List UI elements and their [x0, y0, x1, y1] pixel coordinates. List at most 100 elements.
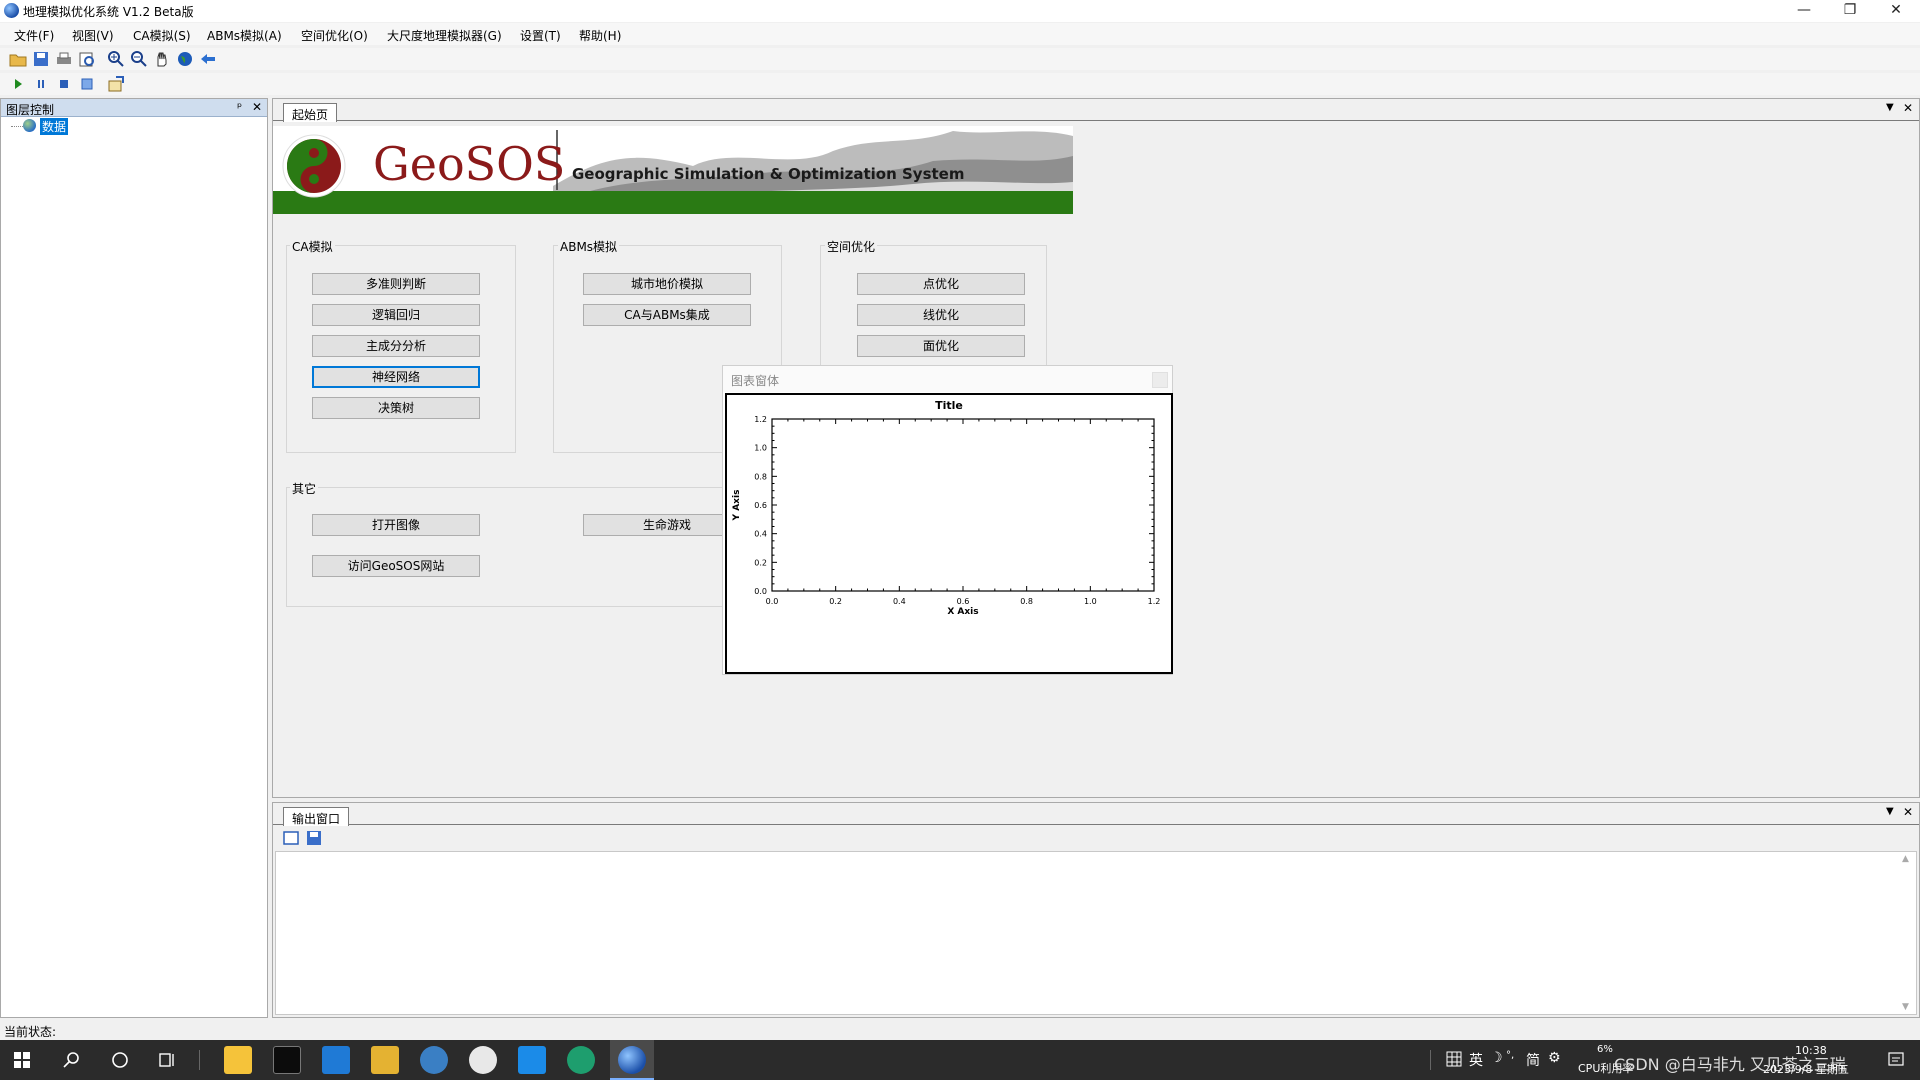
print-preview-icon[interactable]: [78, 50, 96, 68]
chart-window-title: 图表窗体: [731, 374, 780, 388]
y-axis-label: Y Axis: [732, 490, 742, 522]
task-view-icon[interactable]: [158, 1051, 176, 1069]
y-tick-label: 1.0: [754, 444, 767, 453]
banner-subtitle: Geographic Simulation & Optimization Sys…: [572, 165, 965, 183]
document-tab-strip: 起始页 ▼ ✕: [273, 99, 1919, 122]
main-toolbar: [0, 48, 1920, 70]
open-folder-icon[interactable]: [9, 50, 27, 68]
output-close-icon[interactable]: ✕: [1903, 805, 1913, 819]
visit-geosos-website-button[interactable]: 访问GeoSOS网站: [312, 555, 480, 577]
pause-icon[interactable]: [32, 75, 50, 93]
neural-network-button[interactable]: 神经网络: [312, 366, 480, 388]
ca-group-label: CA模拟: [290, 238, 335, 255]
vscode-icon[interactable]: [322, 1046, 350, 1074]
decision-tree-button[interactable]: 决策树: [312, 397, 480, 419]
save-output-icon[interactable]: [306, 830, 322, 846]
output-scrollbar[interactable]: ▲ ▼: [1900, 854, 1914, 1012]
open-image-button[interactable]: 打开图像: [312, 514, 480, 536]
terminal-icon[interactable]: [273, 1046, 301, 1074]
save-icon[interactable]: [32, 50, 50, 68]
file-explorer-icon[interactable]: [224, 1046, 252, 1074]
menu-ca[interactable]: CA模拟(S): [133, 27, 191, 44]
close-button[interactable]: ✕: [1873, 0, 1919, 22]
chart-window-close-button[interactable]: [1152, 372, 1168, 388]
app-globe-icon: [4, 3, 19, 18]
tab-start-page[interactable]: 起始页: [283, 103, 338, 122]
print-icon[interactable]: [55, 50, 73, 68]
other-group-label: 其它: [290, 480, 319, 497]
y-tick-label: 0.8: [754, 472, 767, 481]
windows-start-icon[interactable]: [14, 1052, 30, 1068]
cortana-icon[interactable]: [111, 1051, 129, 1069]
urban-land-price-button[interactable]: 城市地价模拟: [583, 273, 751, 295]
tab-dropdown-icon[interactable]: ▼: [1886, 102, 1894, 113]
minimize-button[interactable]: —: [1781, 0, 1827, 22]
search-tool-icon[interactable]: [420, 1046, 448, 1074]
x-tick-label: 0.4: [893, 597, 906, 606]
stop-icon[interactable]: [55, 75, 73, 93]
scroll-down-icon[interactable]: ▼: [1902, 1002, 1909, 1012]
clock-time[interactable]: 10:38: [1795, 1044, 1827, 1057]
taskbar-divider: [199, 1050, 200, 1070]
edge-icon[interactable]: [567, 1046, 595, 1074]
line-optimization-button[interactable]: 线优化: [857, 304, 1025, 326]
multi-criteria-button[interactable]: 多准则判断: [312, 273, 480, 295]
todo-app-icon[interactable]: [518, 1046, 546, 1074]
clear-output-icon[interactable]: [283, 830, 299, 846]
ca-abm-integration-button[interactable]: CA与ABMs集成: [583, 304, 751, 326]
geosos-taskbar-icon: [618, 1046, 646, 1074]
clock-date[interactable]: 2023/9/8 星期五: [1763, 1061, 1849, 1077]
globe-icon[interactable]: [176, 50, 194, 68]
export-icon[interactable]: [107, 75, 125, 93]
menu-settings[interactable]: 设置(T): [520, 27, 561, 44]
chart-window[interactable]: 图表窗体 Title 0.0 0.2 0.4 0.6 0.8 1.0 1.2 0.0 0.2 0.…: [722, 365, 1173, 675]
x-tick-label: 0.8: [1020, 597, 1033, 606]
zoom-out-icon[interactable]: [130, 50, 148, 68]
pin-icon[interactable]: ᵖ: [237, 100, 242, 114]
play-icon[interactable]: [9, 75, 27, 93]
ime-settings-icon[interactable]: ⚙: [1548, 1050, 1561, 1066]
menu-file[interactable]: 文件(F): [14, 27, 54, 44]
menu-spatial-optimization[interactable]: 空间优化(O): [301, 27, 368, 44]
menu-help[interactable]: 帮助(H): [579, 27, 621, 44]
restore-button[interactable]: ❐: [1827, 0, 1873, 22]
pca-button[interactable]: 主成分分析: [312, 335, 480, 357]
cpu-percent: 6%: [1597, 1044, 1613, 1055]
menu-view[interactable]: 视图(V): [72, 27, 114, 44]
point-optimization-button[interactable]: 点优化: [857, 273, 1025, 295]
spatial-group-label: 空间优化: [825, 238, 878, 255]
browser-app-icon[interactable]: [469, 1046, 497, 1074]
ime-language[interactable]: 英: [1469, 1050, 1483, 1070]
y-tick-label: 0.0: [754, 587, 767, 596]
notification-icon[interactable]: [1887, 1051, 1905, 1069]
tab-close-icon[interactable]: ✕: [1903, 101, 1913, 115]
taskbar: 英 ☽ °, 简 ⚙ 6% CPU利用率 CSDN @白马非九 又见苍之三瑞 1…: [0, 1040, 1920, 1080]
search-icon[interactable]: [63, 1051, 81, 1069]
tab-output[interactable]: 输出窗口: [283, 807, 350, 826]
logistic-regression-button[interactable]: 逻辑回归: [312, 304, 480, 326]
tree-item-data[interactable]: 数据: [40, 118, 69, 135]
abm-group-label: ABMs模拟: [558, 238, 620, 255]
ime-simplified[interactable]: 简: [1526, 1050, 1540, 1070]
status-label: 当前状态:: [4, 1025, 57, 1039]
layer-panel-close-icon[interactable]: ✕: [252, 100, 262, 114]
chart-window-caption[interactable]: 图表窗体: [723, 366, 1172, 392]
moon-icon[interactable]: ☽: [1490, 1050, 1503, 1066]
output-text-area[interactable]: ▲ ▼: [275, 851, 1917, 1015]
x-tick-label: 1.2: [1148, 597, 1161, 606]
geosos-taskbar-button[interactable]: [610, 1040, 654, 1080]
output-dropdown-icon[interactable]: ▼: [1886, 806, 1894, 817]
x-tick-label: 1.0: [1084, 597, 1097, 606]
package-app-icon[interactable]: [371, 1046, 399, 1074]
scroll-up-icon[interactable]: ▲: [1902, 854, 1909, 864]
step-icon[interactable]: [78, 75, 96, 93]
menu-abms[interactable]: ABMs模拟(A): [207, 27, 282, 44]
x-tick-label: 0.6: [957, 597, 970, 606]
area-optimization-button[interactable]: 面优化: [857, 335, 1025, 357]
zoom-in-icon[interactable]: [107, 50, 125, 68]
pan-hand-icon[interactable]: [153, 50, 171, 68]
back-arrow-icon[interactable]: [199, 50, 217, 68]
menu-large-scale-simulator[interactable]: 大尺度地理模拟器(G): [387, 27, 502, 44]
punctuation-icon[interactable]: °,: [1506, 1050, 1514, 1061]
ime-grid-icon[interactable]: [1446, 1051, 1462, 1067]
